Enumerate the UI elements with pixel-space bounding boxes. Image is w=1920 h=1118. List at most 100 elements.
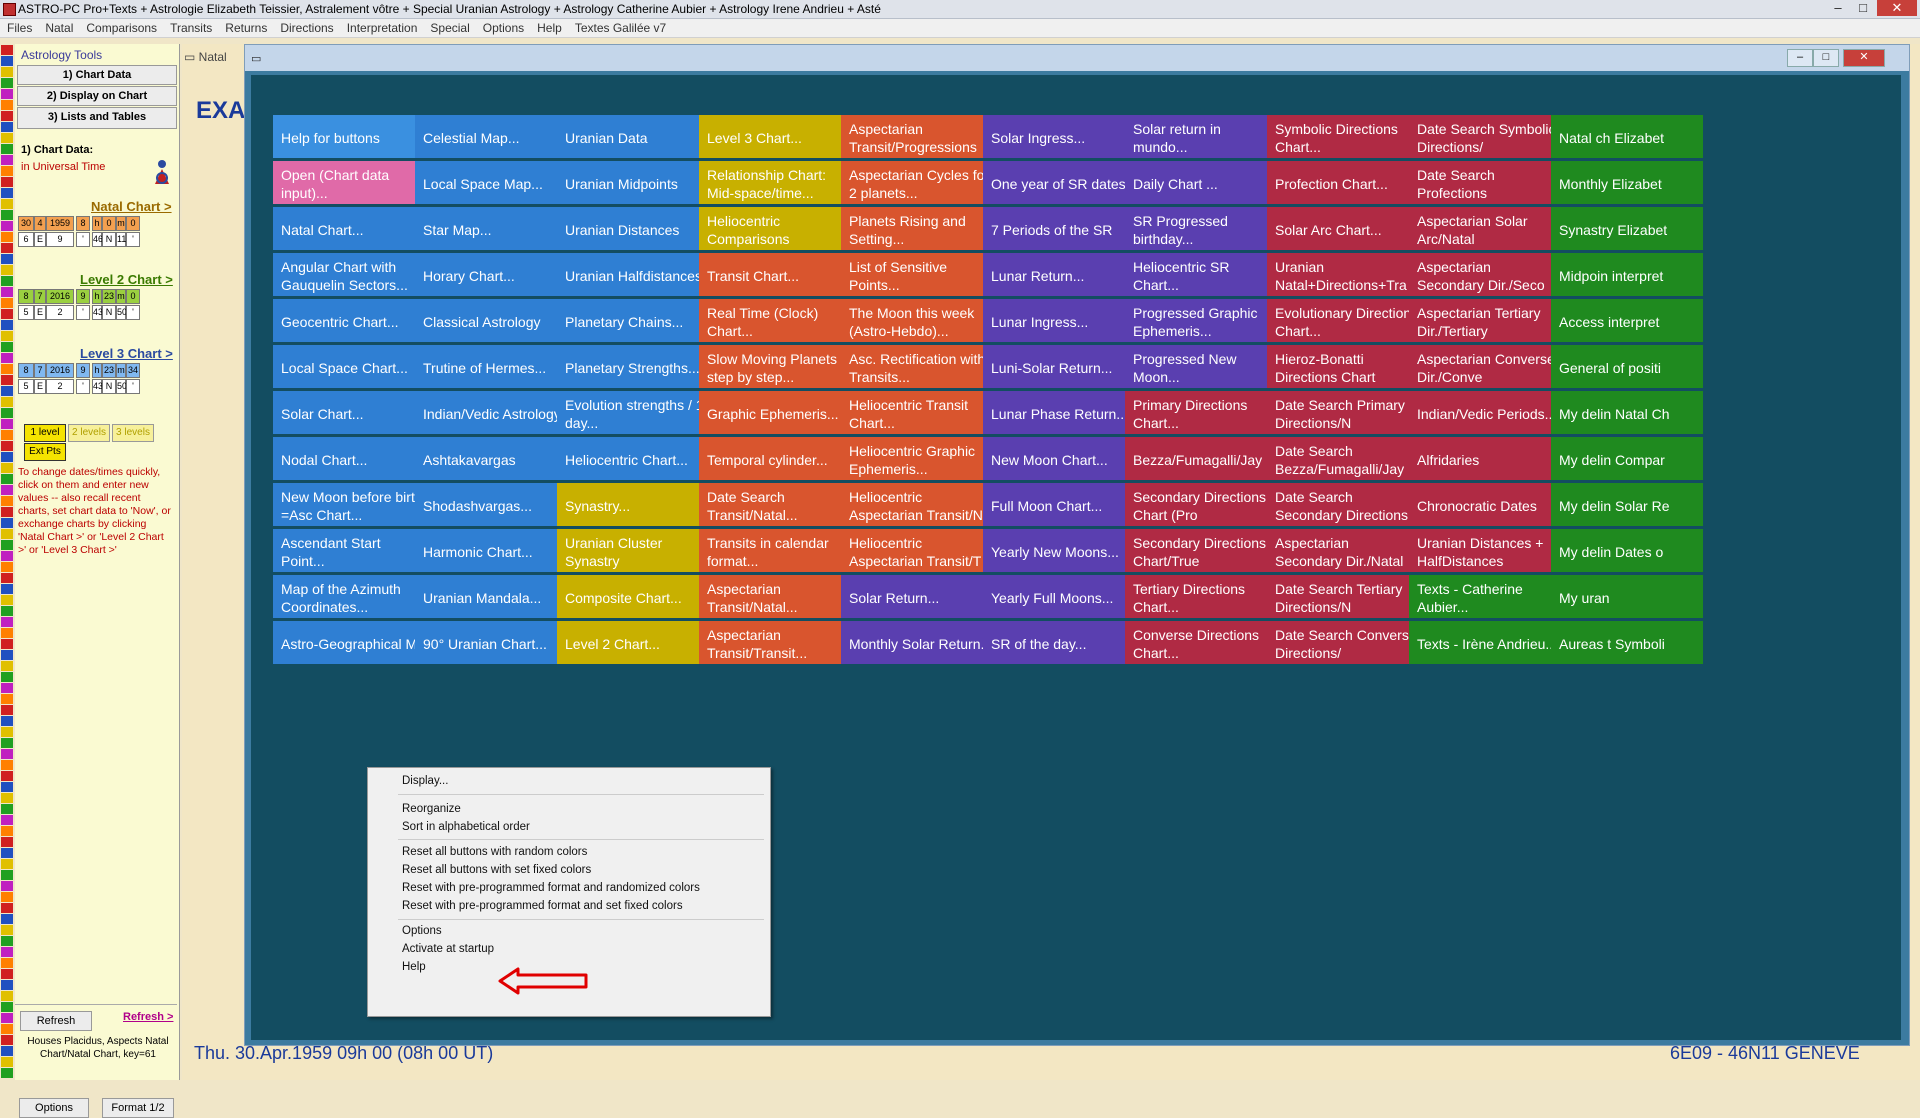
menu-item-options[interactable]: Options bbox=[402, 925, 442, 937]
chart-data-field[interactable]: E bbox=[34, 232, 46, 247]
tool-button[interactable]: Graphic Ephemeris... bbox=[699, 391, 851, 434]
menu-textes-galil-e-v7[interactable]: Textes Galilée v7 bbox=[568, 19, 672, 35]
tool-button[interactable]: One year of SR dates bbox=[983, 161, 1135, 204]
tool-button[interactable]: Symbolic Directions Chart... bbox=[1267, 115, 1419, 158]
tool-button[interactable]: Local Space Chart... bbox=[273, 345, 425, 388]
tool-button[interactable]: Converse Directions Chart... bbox=[1125, 621, 1277, 664]
tool-button[interactable]: Trutine of Hermes... bbox=[415, 345, 567, 388]
chart-data-field[interactable]: 4 bbox=[34, 216, 46, 231]
chart-data-field[interactable]: 0 bbox=[126, 289, 140, 304]
chart-data-field[interactable]: h bbox=[92, 216, 102, 231]
tool-button[interactable]: Solar Return... bbox=[841, 575, 993, 618]
tools-minimize-button[interactable]: – bbox=[1787, 49, 1813, 67]
tool-button[interactable]: Aspectarian Converse Dir./Conve bbox=[1409, 345, 1561, 388]
menu-item-reorganize[interactable]: Reorganize bbox=[402, 803, 461, 815]
chart-data-field[interactable]: 0 bbox=[102, 216, 116, 231]
tool-button[interactable]: Geocentric Chart... bbox=[273, 299, 425, 342]
tool-button[interactable]: Asc. Rectification with Transits... bbox=[841, 345, 993, 388]
chart-data-button[interactable]: 1) Chart Data bbox=[17, 65, 177, 85]
tool-button[interactable]: Transit Chart... bbox=[699, 253, 851, 296]
tool-button[interactable]: Level 3 Chart... bbox=[699, 115, 851, 158]
chart-data-field[interactable]: 8 bbox=[18, 363, 34, 378]
menu-returns[interactable]: Returns bbox=[218, 19, 273, 35]
tool-button[interactable]: My delin Dates o bbox=[1551, 529, 1703, 572]
menu-item-reset-preprogrammed-random[interactable]: Reset with pre-programmed format and ran… bbox=[402, 882, 700, 894]
tool-button[interactable]: Relationship Chart: Mid-space/time... bbox=[699, 161, 851, 204]
tool-button[interactable]: Planetary Strengths... bbox=[557, 345, 709, 388]
menu-comparisons[interactable]: Comparisons bbox=[79, 19, 163, 35]
tool-button[interactable]: Angular Chart with Gauquelin Sectors... bbox=[273, 253, 425, 296]
tool-button[interactable]: Synastry... bbox=[557, 483, 709, 526]
tool-button[interactable]: Solar Ingress... bbox=[983, 115, 1135, 158]
tool-button[interactable]: Transits in calendar format... bbox=[699, 529, 851, 572]
chart-data-field[interactable]: 8 bbox=[18, 289, 34, 304]
tool-button[interactable]: Date Search Profections bbox=[1409, 161, 1561, 204]
tool-button[interactable]: Yearly Full Moons... bbox=[983, 575, 1135, 618]
chart-data-field[interactable]: 23 bbox=[102, 289, 116, 304]
tool-button[interactable]: Solar Arc Chart... bbox=[1267, 207, 1419, 250]
tool-button[interactable]: Uranian Natal+Directions+Tra bbox=[1267, 253, 1419, 296]
two-levels-button[interactable]: 2 levels bbox=[68, 424, 110, 442]
tool-button[interactable]: Evolutionary Directions Chart... bbox=[1267, 299, 1419, 342]
menu-transits[interactable]: Transits bbox=[163, 19, 218, 35]
tool-button[interactable]: Heliocentric Comparisons bbox=[699, 207, 851, 250]
tool-button[interactable]: Lunar Ingress... bbox=[983, 299, 1135, 342]
chart-data-field[interactable]: N bbox=[102, 305, 116, 320]
menu-natal[interactable]: Natal bbox=[38, 19, 79, 35]
chart-data-field[interactable]: 7 bbox=[34, 289, 46, 304]
tool-button[interactable]: Tertiary Directions Chart... bbox=[1125, 575, 1277, 618]
tool-button[interactable]: Natal Chart... bbox=[273, 207, 425, 250]
tool-button[interactable]: Midpoin interpret bbox=[1551, 253, 1703, 296]
tool-button[interactable]: Astro-Geographical M bbox=[273, 621, 425, 664]
menu-item-reset-random[interactable]: Reset all buttons with random colors bbox=[402, 846, 587, 858]
tool-button[interactable]: Bezza/Fumagalli/Jay bbox=[1125, 437, 1277, 480]
menu-interpretation[interactable]: Interpretation bbox=[340, 19, 424, 35]
menu-item-activate-at-startup[interactable]: Activate at startup bbox=[402, 943, 494, 955]
tool-button[interactable]: Uranian Mandala... bbox=[415, 575, 567, 618]
tool-button[interactable]: My uran bbox=[1551, 575, 1703, 618]
tool-button[interactable]: Full Moon Chart... bbox=[983, 483, 1135, 526]
tool-button[interactable]: Shodashvargas... bbox=[415, 483, 567, 526]
tool-button[interactable]: Hieroz-Bonatti Directions Chart bbox=[1267, 345, 1419, 388]
tool-button[interactable]: Date Search Tertiary Directions/N bbox=[1267, 575, 1419, 618]
tools-close-button[interactable]: ✕ bbox=[1843, 49, 1885, 67]
tool-button[interactable]: Heliocentric Chart... bbox=[557, 437, 709, 480]
tool-button[interactable]: Uranian Distances + HalfDistances bbox=[1409, 529, 1561, 572]
tool-button[interactable]: Texts - Irène Andrieu... bbox=[1409, 621, 1561, 664]
chart-data-field[interactable]: E bbox=[34, 379, 46, 394]
tool-button[interactable]: Date Search Primary Directions/N bbox=[1267, 391, 1419, 434]
tool-button[interactable]: New Moon before birth =Asc Chart... bbox=[273, 483, 425, 526]
maximize-button[interactable]: □ bbox=[1850, 0, 1876, 16]
level3-chart-link[interactable]: Level 3 Chart > bbox=[80, 346, 173, 361]
tool-button[interactable]: General of positi bbox=[1551, 345, 1703, 388]
tool-button[interactable]: Synastry Elizabet bbox=[1551, 207, 1703, 250]
chart-data-field[interactable]: ' bbox=[126, 379, 140, 394]
chart-data-field[interactable]: 43 bbox=[92, 305, 103, 320]
tool-button[interactable]: Monthly Solar Return... bbox=[841, 621, 993, 664]
chart-data-field[interactable]: 34 bbox=[126, 363, 140, 378]
chart-data-field[interactable]: ' bbox=[126, 305, 140, 320]
menu-directions[interactable]: Directions bbox=[273, 19, 339, 35]
tool-button[interactable]: Uranian Data bbox=[557, 115, 709, 158]
tool-button[interactable]: Slow Moving Planets step by step... bbox=[699, 345, 851, 388]
tool-button[interactable]: Profection Chart... bbox=[1267, 161, 1419, 204]
chart-data-field[interactable]: N bbox=[102, 232, 116, 247]
chart-data-field[interactable]: h bbox=[92, 289, 102, 304]
chart-data-field[interactable]: 5 bbox=[18, 305, 34, 320]
menu-files[interactable]: Files bbox=[0, 19, 38, 35]
tool-button[interactable]: Date Search Converse Directions/ bbox=[1267, 621, 1419, 664]
tool-button[interactable]: Map of the Azimuth Coordinates... bbox=[273, 575, 425, 618]
menu-item-display[interactable]: Display... bbox=[402, 775, 448, 787]
tool-button[interactable]: 7 Periods of the SR bbox=[983, 207, 1135, 250]
tool-button[interactable]: Secondary Directions Chart (Pro bbox=[1125, 483, 1277, 526]
chart-data-field[interactable]: m bbox=[116, 216, 126, 231]
tool-button[interactable]: Classical Astrology bbox=[415, 299, 567, 342]
tool-button[interactable]: Primary Directions Chart... bbox=[1125, 391, 1277, 434]
chart-data-field[interactable]: 8 bbox=[76, 216, 90, 231]
tool-button[interactable]: Aspectarian Transit/Natal... bbox=[699, 575, 851, 618]
chart-data-field[interactable]: 43 bbox=[92, 379, 103, 394]
chart-data-field[interactable]: 23 bbox=[102, 363, 116, 378]
chart-data-field[interactable]: h bbox=[92, 363, 102, 378]
chart-data-field[interactable]: 7 bbox=[34, 363, 46, 378]
tool-button[interactable]: My delin Compar bbox=[1551, 437, 1703, 480]
